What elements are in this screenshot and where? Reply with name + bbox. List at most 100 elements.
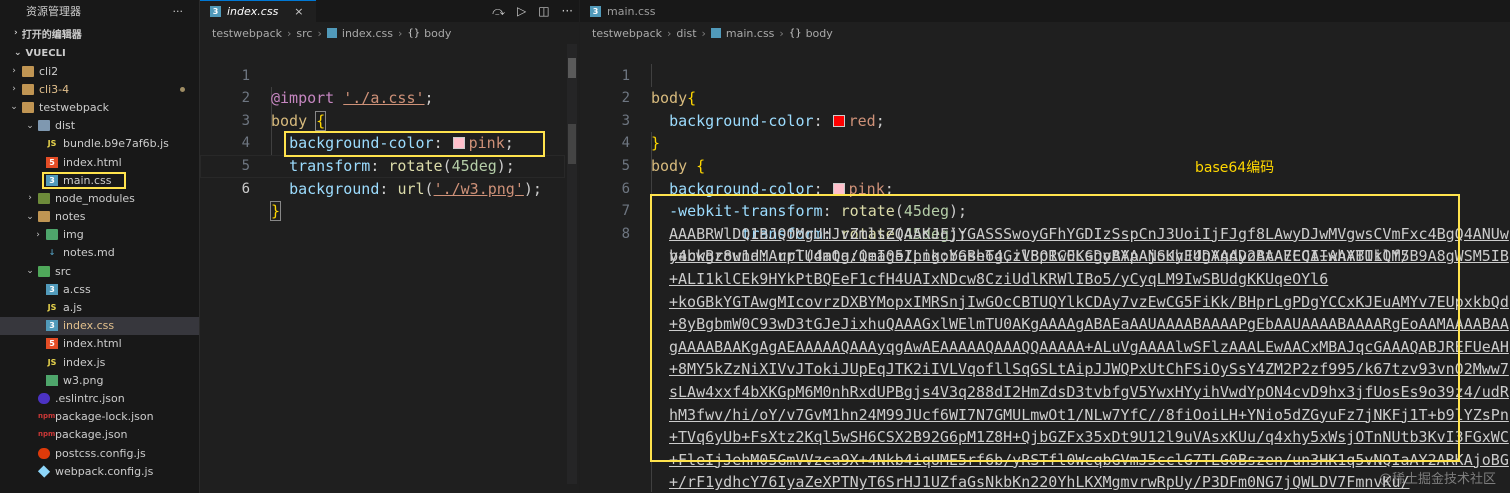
css-file-icon: 3 [46,283,58,295]
file-name: testwebpack [39,100,110,114]
file-item[interactable]: 3 index.css [0,316,199,335]
file-item[interactable]: webpack.config.js [0,462,199,480]
breadcrumb-item[interactable]: body [806,27,833,40]
file-item[interactable]: w3.png [0,371,199,389]
code-line: 1 body{ [580,42,1510,108]
chevron-right-icon: › [317,26,322,40]
file-item[interactable]: postcss.config.js [0,444,199,462]
file-name: dist [55,119,76,133]
folder-item[interactable]: › node_modules [0,189,199,207]
file-name: notes.md [63,246,115,260]
folder-item[interactable]: ⌄ src [0,262,199,280]
folder-icon [22,101,34,113]
file-name: src [55,264,72,278]
chevron-right-icon: › [667,26,672,40]
file-name: .eslintrc.json [55,391,125,405]
file-name: index.html [63,155,122,169]
tab-index-css[interactable]: 3 index.css × [200,0,316,22]
explorer-more-button[interactable]: ··· [173,5,184,18]
annotation-label: base64编码 [1195,160,1275,176]
file-item[interactable]: JS bundle.b9e7af6b.js [0,135,199,153]
explorer-header: 资源管理器 ··· [0,0,199,22]
run-icon[interactable]: ▷ [517,4,526,18]
code-line: 3 background-color: pink; [200,87,579,153]
scrollbar-track-marker [568,124,576,164]
html-file-icon: 5 [46,338,58,350]
file-name: a.js [63,301,83,315]
folder-icon [22,65,34,77]
folder-item[interactable]: ⌄ testwebpack [0,98,199,116]
eslint-file-icon [38,392,50,404]
file-item[interactable]: JS index.js [0,353,199,371]
folder-icon [46,229,58,241]
file-item[interactable]: npm package.json [0,426,199,444]
js-file-icon: JS [47,357,57,367]
file-name: package.json [55,428,128,442]
breadcrumb-item[interactable]: dist [676,27,696,40]
file-name: package-lock.json [55,410,154,424]
workspace-root[interactable]: ⌄ VUECLI [0,44,199,62]
breadcrumb: testwebpack › src › index.css › {} body [200,22,579,44]
file-item[interactable]: .eslintrc.json [0,389,199,407]
folder-item[interactable]: › cli2 [0,62,199,80]
file-tree: › cli2 › cli3-4 ⌄ testwebpack ⌄ dist JS bundle.b9… [0,62,199,480]
folder-item[interactable]: › cli3-4 [0,80,199,98]
code-line: 6 } [200,155,579,222]
compare-changes-icon[interactable]: ⤼ [492,4,505,19]
explorer-sidebar: 资源管理器 ··· › 打开的编辑器 ⌄ VUECLI › cli2 › cli3-4… [0,0,200,493]
watermark: @稀土掘金技术社区 [1378,472,1496,487]
file-item[interactable]: 3 a.css [0,280,199,298]
editor-actions: ⤼ ▷ ◫ ··· [492,0,573,22]
file-item[interactable]: 5 index.html [0,153,199,171]
highlight-box-main-css [42,172,126,189]
code-line: 4 transform: rotate(45deg); [200,110,579,175]
file-item[interactable]: npm package-lock.json [0,408,199,426]
file-name: index.js [63,355,106,369]
folder-icon [38,120,50,132]
folder-item[interactable]: › img [0,226,199,244]
breadcrumb-item[interactable]: body [424,27,451,40]
scrollbar-thumb[interactable] [568,58,576,78]
folder-icon [38,211,50,223]
file-name: a.css [63,282,91,296]
modified-dot-icon [180,86,185,92]
tab-bar: 3 main.css [580,0,1510,22]
workspace-root-label: VUECLI [25,47,66,59]
npm-file-icon: npm [38,412,56,421]
code-line: 4 body { [580,110,1510,175]
file-name: node_modules [55,191,135,205]
code-line: 3 } [580,87,1510,153]
open-editors-section[interactable]: › 打开的编辑器 [0,22,199,44]
css-file-icon: 3 [590,6,601,17]
markdown-file-icon: ↓ [48,248,56,258]
base64-text: +/rF1ydhcY76IyaZeXPTNyT6SrHJ1UZfaGsNkbKn… [669,473,1410,492]
breadcrumb-item[interactable]: main.css [726,27,775,40]
code-line: 1 @import './a.css'; [200,42,579,108]
highlight-box-base64 [650,194,1460,462]
close-icon[interactable]: × [294,5,303,18]
code-area[interactable]: 1 @import './a.css'; 2 body { 3 backgrou… [200,42,579,222]
file-item[interactable]: JS a.js [0,298,199,316]
chevron-right-icon: › [12,84,16,95]
chevron-down-icon: ⌄ [14,48,22,58]
breadcrumb-item[interactable]: testwebpack [212,27,282,40]
code-line: +/rF1ydhcY76IyaZeXPTNyT6SrHJ1UZfaGsNkbKn… [580,471,1510,493]
folder-icon [22,83,34,95]
more-actions-icon[interactable]: ··· [562,4,573,18]
code-line: 6 -webkit-transform: rotate(45deg); [580,155,1510,221]
breadcrumb-item[interactable]: index.css [342,27,393,40]
vertical-scrollbar[interactable] [567,44,577,484]
image-file-icon [46,374,58,386]
open-editors-label: 打开的编辑器 [21,29,82,41]
split-editor-icon[interactable]: ◫ [538,4,549,18]
tab-main-css[interactable]: 3 main.css [580,0,668,22]
chevron-down-icon: ⌄ [10,102,18,113]
chevron-right-icon: › [14,28,18,38]
breadcrumb-item[interactable]: testwebpack [592,27,662,40]
folder-item[interactable]: ⌄ dist [0,117,199,135]
folder-item[interactable]: ⌄ notes [0,208,199,226]
file-name: bundle.b9e7af6b.js [63,137,169,151]
file-item[interactable]: 5 index.html [0,335,199,353]
breadcrumb-item[interactable]: src [296,27,312,40]
file-item[interactable]: ↓ notes.md [0,244,199,262]
